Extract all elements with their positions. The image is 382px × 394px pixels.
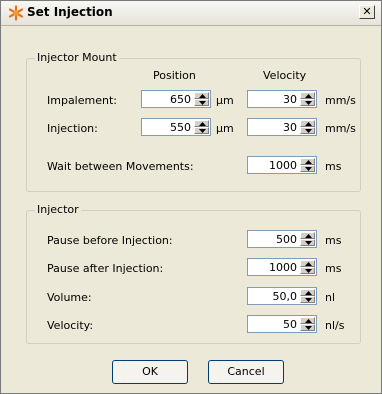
- arrow-down-icon: [305, 167, 312, 171]
- spin-down-button[interactable]: [300, 296, 315, 303]
- set-injection-dialog: Set Injection ✕ Injector Mount Position …: [0, 0, 382, 394]
- velocity-column-header: Velocity: [263, 69, 307, 82]
- spin-up-button[interactable]: [300, 260, 315, 267]
- arrow-up-icon: [305, 160, 312, 164]
- pause-after-injection-value: 1000: [269, 261, 297, 274]
- window-title: Set Injection: [27, 5, 113, 19]
- title-bar[interactable]: Set Injection ✕: [1, 1, 381, 26]
- arrow-down-icon: [305, 101, 312, 105]
- impalement-position-spinner: [194, 92, 209, 106]
- pause-after-injection-label: Pause after Injection:: [47, 262, 164, 275]
- spin-down-button[interactable]: [194, 127, 209, 134]
- arrow-down-icon: [305, 241, 312, 245]
- arrow-up-icon: [305, 262, 312, 266]
- injection-position-unit: µm: [216, 122, 234, 135]
- injection-position-value: 550: [170, 121, 191, 134]
- wait-between-movements-label: Wait between Movements:: [47, 160, 194, 173]
- pause-after-injection-unit: ms: [325, 262, 342, 275]
- arrow-up-icon: [305, 319, 312, 323]
- injection-velocity-value: 30: [283, 121, 297, 134]
- position-column-header: Position: [153, 69, 196, 82]
- arrow-up-icon: [305, 122, 312, 126]
- spin-down-button[interactable]: [300, 239, 315, 246]
- pause-before-injection-value: 500: [276, 233, 297, 246]
- arrow-down-icon: [199, 129, 206, 133]
- impalement-velocity-unit: mm/s: [325, 94, 356, 107]
- spin-up-button[interactable]: [300, 158, 315, 165]
- arrow-down-icon: [305, 298, 312, 302]
- spin-up-button[interactable]: [194, 92, 209, 99]
- spin-up-button[interactable]: [300, 317, 315, 324]
- wait-between-movements-value: 1000: [269, 159, 297, 172]
- impalement-position-spinbox[interactable]: 650: [141, 90, 211, 108]
- arrow-down-icon: [305, 326, 312, 330]
- volume-spinbox[interactable]: 50,0: [247, 287, 317, 305]
- star-icon: [8, 5, 24, 21]
- spin-down-button[interactable]: [300, 127, 315, 134]
- spin-up-button[interactable]: [300, 92, 315, 99]
- spin-down-button[interactable]: [300, 99, 315, 106]
- spin-down-button[interactable]: [300, 267, 315, 274]
- spin-down-button[interactable]: [194, 99, 209, 106]
- arrow-up-icon: [305, 94, 312, 98]
- spin-down-button[interactable]: [300, 165, 315, 172]
- arrow-up-icon: [305, 234, 312, 238]
- spin-up-button[interactable]: [300, 120, 315, 127]
- velocity-value: 50: [283, 318, 297, 331]
- velocity-label: Velocity:: [47, 319, 94, 332]
- wait-between-movements-spinbox[interactable]: 1000: [247, 156, 317, 174]
- velocity-spinner: [300, 317, 315, 331]
- impalement-position-unit: µm: [216, 94, 234, 107]
- arrow-down-icon: [305, 129, 312, 133]
- ok-button[interactable]: OK: [112, 360, 188, 384]
- injection-velocity-spinbox[interactable]: 30: [247, 118, 317, 136]
- impalement-velocity-spinbox[interactable]: 30: [247, 90, 317, 108]
- impalement-position-value: 650: [170, 93, 191, 106]
- velocity-unit: nl/s: [325, 319, 345, 332]
- close-button[interactable]: ✕: [359, 5, 375, 19]
- injection-velocity-spinner: [300, 120, 315, 134]
- injection-position-spinbox[interactable]: 550: [141, 118, 211, 136]
- arrow-up-icon: [199, 122, 206, 126]
- pause-before-injection-spinner: [300, 232, 315, 246]
- injection-velocity-unit: mm/s: [325, 122, 356, 135]
- wait-between-movements-unit: ms: [325, 160, 342, 173]
- spin-down-button[interactable]: [300, 324, 315, 331]
- close-icon: ✕: [362, 5, 372, 18]
- volume-label: Volume:: [47, 291, 92, 304]
- wait-between-movements-spinner: [300, 158, 315, 172]
- arrow-up-icon: [199, 94, 206, 98]
- volume-unit: nl: [325, 291, 336, 304]
- impalement-label: Impalement:: [47, 94, 117, 107]
- cancel-button[interactable]: Cancel: [208, 360, 284, 384]
- volume-spinner: [300, 289, 315, 303]
- pause-before-injection-unit: ms: [325, 234, 342, 247]
- arrow-up-icon: [305, 291, 312, 295]
- pause-after-injection-spinner: [300, 260, 315, 274]
- injector-mount-title: Injector Mount: [35, 51, 119, 64]
- impalement-velocity-value: 30: [283, 93, 297, 106]
- injection-position-spinner: [194, 120, 209, 134]
- impalement-velocity-spinner: [300, 92, 315, 106]
- spin-up-button[interactable]: [300, 289, 315, 296]
- pause-after-injection-spinbox[interactable]: 1000: [247, 258, 317, 276]
- injection-label: Injection:: [47, 122, 98, 135]
- arrow-down-icon: [305, 269, 312, 273]
- pause-before-injection-label: Pause before Injection:: [47, 234, 173, 247]
- velocity-spinbox[interactable]: 50: [247, 315, 317, 333]
- injector-title: Injector: [35, 203, 81, 216]
- arrow-down-icon: [199, 101, 206, 105]
- spin-up-button[interactable]: [194, 120, 209, 127]
- volume-value: 50,0: [272, 290, 298, 303]
- spin-up-button[interactable]: [300, 232, 315, 239]
- pause-before-injection-spinbox[interactable]: 500: [247, 230, 317, 248]
